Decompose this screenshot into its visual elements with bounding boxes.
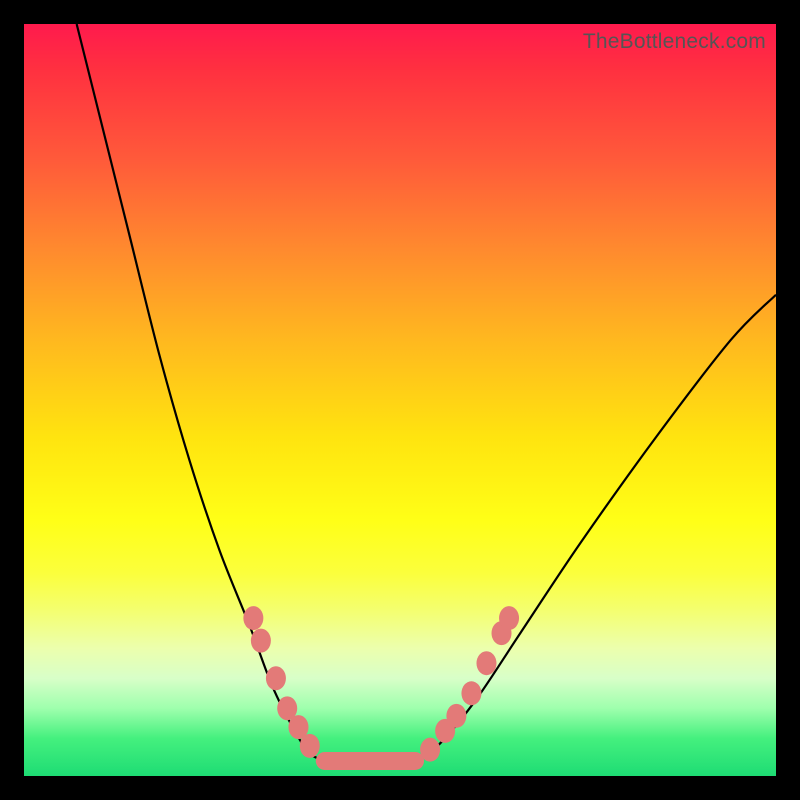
chart-overlay [24,24,776,776]
chart-canvas: TheBottleneck.com [24,24,776,776]
bead-marker [420,738,440,762]
bead-marker [251,629,271,653]
bead-marker [266,666,286,690]
bead-marker [446,704,466,728]
bead-marker [461,681,481,705]
bead-marker [499,606,519,630]
curve-beads [243,606,519,762]
bead-marker [300,734,320,758]
bead-marker [243,606,263,630]
curve-left [77,24,325,761]
bead-marker [476,651,496,675]
